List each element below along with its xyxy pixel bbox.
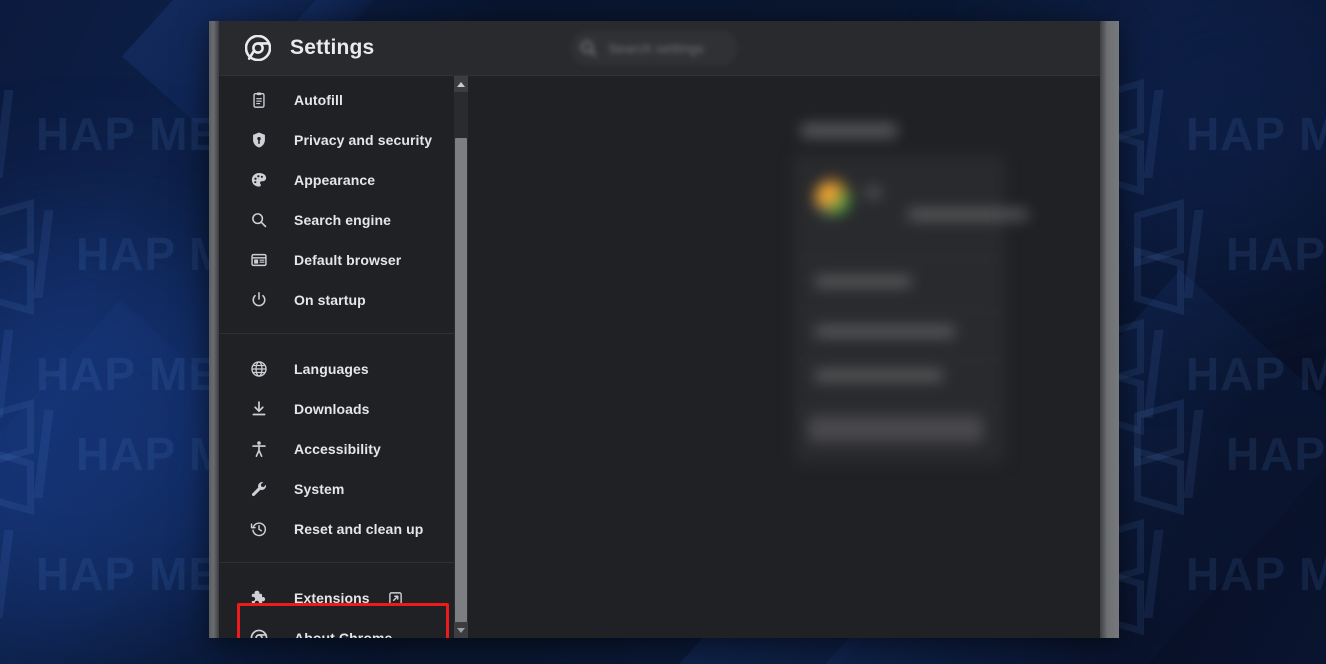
hap-media-logo xyxy=(0,404,54,504)
watermark-item: HAP MEDIA xyxy=(1130,204,1326,304)
chrome-logo-icon xyxy=(244,34,272,62)
sidebar-item-label: System xyxy=(294,481,345,497)
sidebar-item-languages[interactable]: Languages xyxy=(219,349,464,389)
sidebar-scrollbar[interactable] xyxy=(454,76,468,638)
settings-main-content xyxy=(468,76,1100,638)
sidebar-item-appearance[interactable]: Appearance xyxy=(219,160,464,200)
card-divider xyxy=(793,310,1005,311)
globe-icon xyxy=(249,360,268,379)
chrome-settings-window: Settings Search settings Autofill Privacy… xyxy=(209,21,1119,638)
card-divider xyxy=(793,258,1005,259)
history-restore-icon xyxy=(249,520,268,539)
sidebar-item-privacy-and-security[interactable]: Privacy and security xyxy=(219,120,464,160)
you-and-google-card xyxy=(793,154,1028,464)
hap-media-logo xyxy=(1130,204,1204,304)
card-action-row[interactable] xyxy=(808,416,983,442)
card-divider xyxy=(793,360,1005,361)
avatar xyxy=(815,180,851,216)
watermark-item: HAP MEDIA xyxy=(1090,524,1326,624)
sidebar-item-autofill[interactable]: Autofill xyxy=(219,80,464,120)
card-text-line xyxy=(815,276,911,287)
search-icon xyxy=(580,40,597,57)
sidebar-item-label: Reset and clean up xyxy=(294,521,424,537)
watermark-text: HAP MEDIA xyxy=(1226,228,1326,280)
sidebar-item-label: On startup xyxy=(294,292,366,308)
sidebar-item-label: Extensions xyxy=(294,590,370,606)
settings-sidebar-nav: Autofill Privacy and security Appearance Se… xyxy=(219,76,464,638)
card-text-line xyxy=(865,188,881,197)
sidebar-item-label: Search engine xyxy=(294,212,392,228)
shield-icon xyxy=(249,131,268,150)
sidebar-item-label: Default browser xyxy=(294,252,402,268)
window-right-edge-scrollbar[interactable] xyxy=(1100,21,1119,638)
hap-media-logo xyxy=(0,84,14,184)
watermark-item: HAP MEDIA xyxy=(1090,84,1326,184)
accessibility-person-icon xyxy=(249,440,268,459)
watermark-text: HAP MEDIA xyxy=(1226,428,1326,480)
sidebar-item-default-browser[interactable]: Default browser xyxy=(219,240,464,280)
sidebar-item-label: Autofill xyxy=(294,92,344,108)
sidebar-item-system[interactable]: System xyxy=(219,469,464,509)
settings-header-bar: Settings Search settings xyxy=(219,21,1100,76)
chrome-logo-icon xyxy=(249,629,268,638)
download-icon xyxy=(249,400,268,419)
watermark-text: HAP MEDIA xyxy=(1186,348,1326,400)
sidebar-item-downloads[interactable]: Downloads xyxy=(219,389,464,429)
search-settings-box[interactable]: Search settings xyxy=(570,31,738,65)
puzzle-piece-icon xyxy=(249,589,268,608)
clipboard-icon xyxy=(249,91,268,110)
scroll-down-arrow-icon[interactable] xyxy=(454,622,468,638)
card-text-line xyxy=(815,326,955,337)
scrollbar-track[interactable] xyxy=(454,92,468,638)
sidebar-item-label: Languages xyxy=(294,361,369,377)
scroll-up-arrow-icon[interactable] xyxy=(454,76,468,92)
sidebar-item-label: Downloads xyxy=(294,401,370,417)
sidebar-nav-group: Languages Downloads Accessibility System Res… xyxy=(219,345,464,549)
card-text-line xyxy=(815,370,943,381)
external-link-icon[interactable] xyxy=(388,591,403,606)
search-input-placeholder: Search settings xyxy=(608,40,705,56)
card-divider xyxy=(793,406,1005,407)
sidebar-nav-group: Extensions About Chrome xyxy=(219,574,464,638)
sidebar-divider xyxy=(219,562,464,563)
blurred-content-layer xyxy=(468,76,1100,638)
sidebar-nav-group: Autofill Privacy and security Appearance Se… xyxy=(219,76,464,320)
watermark-item: HAP MEDIA xyxy=(1130,404,1326,504)
sidebar-item-about-chrome[interactable]: About Chrome xyxy=(219,618,464,638)
wrench-icon xyxy=(249,480,268,499)
sidebar-item-accessibility[interactable]: Accessibility xyxy=(219,429,464,469)
sidebar-item-label: Accessibility xyxy=(294,441,381,457)
hap-media-logo xyxy=(0,524,14,624)
sidebar-item-reset-and-clean-up[interactable]: Reset and clean up xyxy=(219,509,464,549)
sidebar-nav-list: Autofill Privacy and security Appearance Se… xyxy=(219,76,464,638)
page-title: Settings xyxy=(290,36,375,59)
sidebar-item-extensions[interactable]: Extensions xyxy=(219,578,464,618)
hap-media-logo xyxy=(0,204,54,304)
watermark-text: HAP MEDIA xyxy=(1186,548,1326,600)
sidebar-item-search-engine[interactable]: Search engine xyxy=(219,200,464,240)
sidebar-item-label: Appearance xyxy=(294,172,376,188)
magnifier-icon xyxy=(249,211,268,230)
scrollbar-thumb[interactable] xyxy=(455,138,467,638)
browser-window-icon xyxy=(249,251,268,270)
sidebar-divider xyxy=(219,333,464,334)
sidebar-item-label: About Chrome xyxy=(294,630,393,638)
sidebar-item-label: Privacy and security xyxy=(294,132,433,148)
card-text-line xyxy=(908,209,1028,220)
sidebar-item-on-startup[interactable]: On startup xyxy=(219,280,464,320)
power-icon xyxy=(249,291,268,310)
palette-icon xyxy=(249,171,268,190)
window-left-edge xyxy=(209,21,219,638)
section-heading-blurred xyxy=(801,124,897,137)
watermark-text: HAP MEDIA xyxy=(1186,108,1326,160)
hap-media-logo xyxy=(1130,404,1204,504)
